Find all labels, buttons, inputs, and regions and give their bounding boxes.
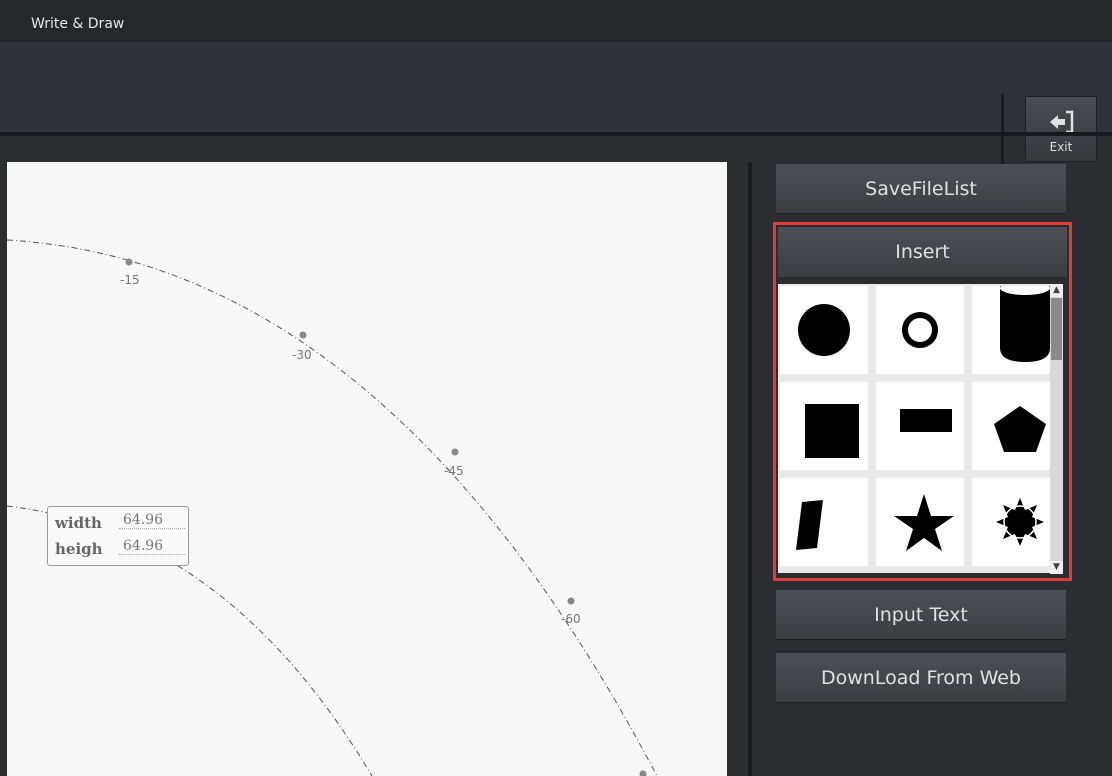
star-shape[interactable] [876, 478, 964, 566]
rectangle-shape[interactable] [876, 382, 964, 470]
tick-point[interactable] [125, 258, 133, 266]
height-label: heigh [55, 540, 103, 558]
size-readout: width 64.96 heigh 64.96 [47, 506, 189, 566]
width-value[interactable]: 64.96 [119, 512, 185, 529]
tick-label: -15 [120, 273, 140, 287]
height-row: heigh 64.96 [55, 538, 185, 560]
square-shape[interactable] [780, 382, 868, 470]
insert-panel: Insert ▲ ▼ [773, 222, 1072, 581]
sun-shape[interactable] [972, 478, 1050, 566]
cylinder-shape[interactable] [972, 286, 1050, 374]
insert-button[interactable]: Insert [778, 227, 1067, 277]
tick-point[interactable] [299, 331, 307, 339]
shape-scrollbar[interactable]: ▲ ▼ [1050, 284, 1063, 574]
exit-button[interactable]: Exit [1025, 96, 1097, 162]
scroll-thumb[interactable] [1051, 298, 1062, 360]
shape-grid [778, 284, 1050, 573]
tick-point[interactable] [567, 597, 575, 605]
app-title: Write & Draw [31, 16, 125, 32]
tick-point[interactable] [451, 448, 459, 456]
ring-shape[interactable] [876, 286, 964, 374]
toolbar-divider [0, 132, 1112, 136]
tick-label: -45 [444, 464, 464, 478]
input-text-button[interactable]: Input Text [776, 590, 1066, 640]
width-label: width [55, 514, 102, 532]
panel-divider [748, 162, 752, 776]
tick-point[interactable] [639, 770, 647, 776]
tick-label: -30 [292, 348, 312, 362]
toolbar: Exit [0, 42, 1112, 166]
width-row: width 64.96 [55, 512, 185, 534]
download-from-web-button[interactable]: DownLoad From Web [776, 653, 1066, 703]
tick-label: -60 [561, 612, 581, 626]
drawing-canvas[interactable]: -15 -30 -45 -60 [7, 162, 727, 776]
circle-shape[interactable] [780, 286, 868, 374]
scroll-down-icon[interactable]: ▼ [1050, 561, 1063, 574]
title-bar: Write & Draw [0, 0, 1112, 42]
pentagon-shape[interactable] [972, 382, 1050, 470]
protractor-guides: -15 -30 -45 -60 [7, 239, 658, 776]
height-value[interactable]: 64.96 [119, 538, 185, 555]
toolbar-separator [1001, 94, 1004, 166]
scroll-up-icon[interactable]: ▲ [1050, 284, 1063, 297]
parallelogram-shape[interactable] [780, 478, 868, 566]
save-file-list-button[interactable]: SaveFileList [776, 164, 1066, 214]
exit-label: Exit [1049, 140, 1073, 154]
